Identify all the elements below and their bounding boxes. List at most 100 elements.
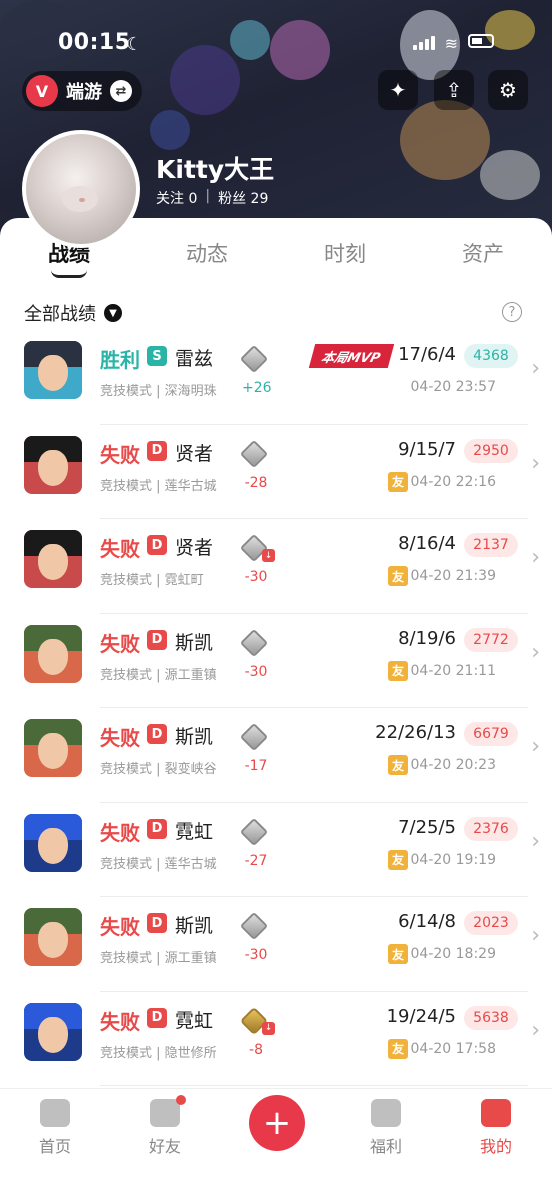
- agent-face: [38, 733, 68, 769]
- agent-name: 斯凯: [175, 915, 214, 937]
- tab-label: 资产: [462, 242, 504, 266]
- combat-score: 6679: [464, 722, 518, 746]
- chevron-right-icon: ›: [531, 1017, 540, 1043]
- combat-score: 4368: [464, 344, 518, 368]
- settings-button[interactable]: ⚙: [488, 70, 528, 110]
- match-row[interactable]: 失败 D 斯凯 竞技模式 | 源工重镇 -30 8/19/6 2772 友 04-20 21:1…: [0, 614, 552, 708]
- fans-stat[interactable]: 粉丝 29: [218, 188, 268, 208]
- match-row[interactable]: 失败 D 斯凯 竞技模式 | 裂变峡谷 -17 22/26/13 6679 友 04-20 20…: [0, 708, 552, 803]
- platform-label: 端游: [66, 82, 102, 103]
- match-time: 04-20 20:23: [410, 757, 496, 773]
- record-filter-dropdown[interactable]: 全部战绩 ▼: [24, 300, 122, 326]
- following-count: 0: [188, 191, 198, 207]
- agent-name: 斯凯: [175, 726, 214, 748]
- combat-score: 2376: [464, 816, 518, 841]
- share-button[interactable]: ⇪: [434, 70, 474, 110]
- agent-face: [38, 544, 68, 580]
- notification-dot: [176, 1095, 186, 1105]
- match-row[interactable]: 失败 D 霓虹 竞技模式 | 莲华古城 -27 7/25/5 2376 友 04-20 19:1…: [0, 803, 552, 897]
- friends-icon: [150, 1095, 186, 1127]
- rank-letter-badge: D: [147, 1007, 167, 1028]
- match-mode-map: 竞技模式 | 莲华古城: [100, 478, 217, 494]
- combat-score: 2137: [464, 533, 518, 557]
- platform-switch[interactable]: V 端游 ⇄: [22, 71, 142, 111]
- agent-name: 雷兹: [175, 348, 214, 370]
- rank-letter-badge: D: [147, 535, 167, 555]
- signal-icon: [412, 34, 435, 50]
- rank-rating-change: -30: [244, 663, 268, 680]
- match-list: 胜利 S 雷兹 竞技模式 | 深海明珠 +26 本局MVP 17/6/4 4368 04-20 …: [0, 330, 552, 1086]
- rank-letter-badge: S: [147, 346, 167, 366]
- rank-tier-icon: [239, 344, 269, 374]
- agent-portrait: [24, 719, 82, 777]
- row-divider: [100, 1085, 528, 1086]
- derank-arrow-icon: ↓: [262, 549, 275, 562]
- tab-moments[interactable]: 时刻: [276, 218, 414, 288]
- tab-feed[interactable]: 动态: [138, 218, 276, 288]
- sticker-decoration: [400, 100, 490, 180]
- bottom-nav: 首页 好友 + 福利 我的: [0, 1088, 552, 1200]
- friend-badge: 友: [388, 944, 408, 964]
- combat-score: 2772: [464, 627, 518, 652]
- swap-icon: ⇄: [110, 80, 132, 102]
- nav-home[interactable]: 首页: [15, 1099, 95, 1157]
- match-mode-map: 竞技模式 | 霓虹町: [100, 573, 204, 588]
- cat-nose: [79, 198, 85, 202]
- nav-friends[interactable]: 好友: [125, 1095, 205, 1157]
- sticker-decoration: [170, 45, 240, 115]
- nav-me[interactable]: 我的: [456, 1099, 536, 1157]
- agent-portrait: [24, 530, 82, 588]
- agent-portrait: [24, 813, 82, 872]
- help-icon[interactable]: ?: [502, 302, 522, 322]
- agent-name: 贤者: [175, 442, 214, 465]
- friend-badge: 友: [388, 755, 408, 775]
- match-time: 04-20 21:11: [410, 662, 496, 679]
- valorant-logo-icon: V: [26, 75, 58, 107]
- agent-face: [38, 638, 68, 675]
- agent-portrait: [24, 435, 82, 494]
- following-stat[interactable]: 关注 0: [156, 188, 197, 208]
- kda: 8/16/4: [398, 533, 456, 554]
- agent-name: 霓虹: [175, 820, 214, 843]
- battery-icon: [468, 34, 494, 48]
- match-row[interactable]: 失败 D 贤者 竞技模式 | 莲华古城 -28 9/15/7 2950 友 04-20 22:1…: [0, 425, 552, 519]
- fans-count: 29: [250, 191, 269, 207]
- rank-rating-change: -30: [244, 569, 268, 585]
- status-icons: ≋: [412, 34, 494, 53]
- derank-arrow-icon: ↓: [262, 1021, 275, 1035]
- nav-label: 好友: [148, 1137, 181, 1156]
- agent-face: [38, 355, 68, 391]
- match-row[interactable]: 失败 D 贤者 竞技模式 | 霓虹町 ↓ -30 8/16/4 2137 友 04-20 21:3…: [0, 519, 552, 614]
- match-time: 04-20 17:58: [410, 1040, 496, 1057]
- tab-assets[interactable]: 资产: [414, 218, 552, 288]
- share-icon: ⇪: [445, 78, 463, 102]
- nav-label: 我的: [479, 1137, 512, 1156]
- chevron-right-icon: ›: [531, 545, 540, 570]
- combat-score: 5638: [464, 1005, 518, 1030]
- sparkle-card-button[interactable]: ✦: [378, 70, 418, 110]
- match-row[interactable]: 胜利 S 雷兹 竞技模式 | 深海明珠 +26 本局MVP 17/6/4 4368 04-20 …: [0, 330, 552, 425]
- fans-label: 粉丝: [218, 191, 247, 207]
- match-time: 04-20 21:39: [410, 568, 496, 584]
- chevron-right-icon: ›: [531, 828, 540, 854]
- match-result: 失败: [100, 915, 140, 939]
- match-result: 失败: [100, 442, 140, 467]
- avatar[interactable]: [22, 130, 140, 248]
- agent-portrait: [24, 341, 82, 399]
- match-row[interactable]: 失败 D 霓虹 竞技模式 | 隐世修所 ↓ -8 19/24/5 5638 友 04-20 17:…: [0, 992, 552, 1086]
- chevron-right-icon: ›: [531, 639, 540, 665]
- rank-tier-icon: [239, 439, 269, 468]
- sticker-decoration: [150, 110, 190, 150]
- match-result: 失败: [100, 726, 140, 750]
- agent-portrait: [24, 908, 82, 966]
- username: Kitty大王: [156, 155, 275, 184]
- friend-badge: 友: [388, 566, 408, 586]
- rank-rating-change: -28: [244, 474, 268, 491]
- match-row[interactable]: 失败 D 斯凯 竞技模式 | 源工重镇 -30 6/14/8 2023 友 04-20 18:2…: [0, 897, 552, 992]
- rank-letter-badge: D: [147, 913, 167, 933]
- chevron-right-icon: ›: [531, 356, 540, 381]
- nav-welfare[interactable]: 福利: [346, 1099, 426, 1157]
- create-post-button[interactable]: +: [249, 1095, 305, 1151]
- agent-face: [38, 449, 68, 486]
- agent-name: 斯凯: [175, 631, 214, 654]
